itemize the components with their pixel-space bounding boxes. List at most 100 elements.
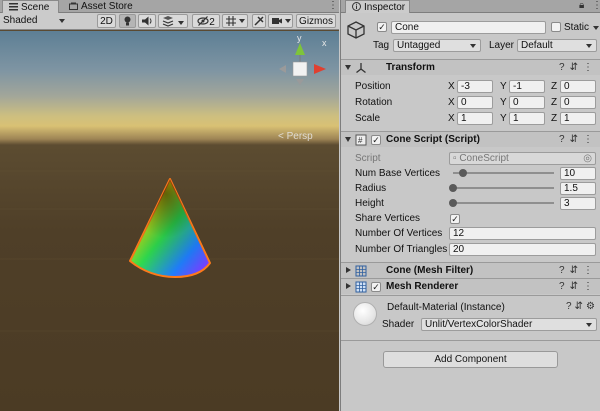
lighting-toggle-button[interactable] [119,14,136,28]
wrench-icon [254,16,264,26]
camera-icon [271,18,282,24]
num-base-vertices-label: Num Base Vertices [355,168,441,179]
chevron-down-icon [586,323,592,327]
mesh-filter-title: Cone (Mesh Filter) [386,265,474,276]
orientation-gizmo[interactable] [279,43,326,85]
num-base-vertices-slider-track[interactable] [453,172,554,174]
height-input[interactable]: 3 [560,197,596,210]
add-component-button[interactable]: Add Component [383,351,558,368]
cone-script-enabled-checkbox[interactable]: ✓ [371,135,381,145]
transform-header[interactable]: Transform ?⇵⋮ [341,59,600,75]
script-reference-value: ConeScript [459,153,509,164]
position-z-input[interactable]: 0 [560,80,596,93]
axis-x-label: X [448,97,455,108]
rotation-x-input[interactable]: 0 [457,96,493,109]
tab-asset-store[interactable]: Asset Store [63,0,138,13]
material-header-icons[interactable]: ?⇵⚙ [566,301,598,312]
radius-slider-knob[interactable] [449,184,457,192]
mesh-filter-header[interactable]: Cone (Mesh Filter) ?⇵⋮ [341,262,600,278]
num-base-vertices-slider-knob[interactable] [459,169,468,177]
cone-object[interactable] [129,178,211,278]
mesh-renderer-header[interactable]: ✓ Mesh Renderer ?⇵⋮ [341,278,600,294]
active-checkbox[interactable]: ✓ [377,22,387,32]
shader-dropdown[interactable]: Unlit/VertexColorShader [421,318,597,331]
lock-icon[interactable]: 🔒︎ [579,0,584,12]
effects-dropdown[interactable] [158,14,188,28]
tag-dropdown[interactable]: Untagged [393,39,481,52]
foldout-arrow-icon[interactable] [346,283,351,289]
transform-title: Transform [386,62,435,73]
script-icon: # [355,134,367,146]
component-header-icons[interactable]: ?⇵⋮ [559,280,598,293]
hidden-objects-toggle[interactable]: 2 [192,14,220,28]
y-axis-cone[interactable] [295,43,305,55]
gizmo-center-cube[interactable] [292,61,308,77]
position-row: Position X -3 Y -1 Z 0 [341,79,600,94]
static-chevron-down-icon[interactable] [593,26,599,30]
axis-y-label: Y [500,81,507,92]
asset-store-icon [69,2,78,10]
projection-label: Persp [286,131,313,142]
object-picker-icon[interactable]: ◎ [583,153,592,164]
static-checkbox[interactable] [551,22,561,32]
tab-inspector[interactable]: Inspector [345,0,410,13]
tag-label: Tag [373,40,390,51]
shading-mode-label: Shaded [3,15,38,26]
rotation-z-input[interactable]: 0 [560,96,596,109]
height-slider-knob[interactable] [449,199,457,207]
object-name-input[interactable]: Cone [391,21,546,34]
position-y-input[interactable]: -1 [509,80,545,93]
tab-inspector-label: Inspector [364,2,406,13]
2d-toggle-label: 2D [100,16,113,27]
scene-kebab-menu-icon[interactable]: ⋮ [328,0,338,12]
tools-button[interactable] [252,14,266,28]
eye-slash-icon [197,16,209,26]
menu-icon [9,3,18,11]
object-header: ✓ Cone Static Tag Untagged Layer Default [341,14,600,56]
scale-y-input[interactable]: 1 [509,112,545,125]
rotation-y-input[interactable]: 0 [509,96,545,109]
component-header-icons[interactable]: ?⇵⋮ [559,264,598,277]
shading-mode-dropdown[interactable]: Shaded [3,14,65,28]
layer-dropdown[interactable]: Default [517,39,597,52]
camera-dropdown[interactable] [268,14,293,28]
component-header-icons[interactable]: ?⇵⋮ [559,133,598,146]
share-vertices-row: Share Vertices ✓ [341,211,600,226]
scene-viewport[interactable]: y x < Persp [0,31,339,411]
num-base-vertices-input[interactable]: 10 [560,167,596,180]
radius-slider-track[interactable] [453,187,554,189]
scale-z-input[interactable]: 1 [560,112,596,125]
scene-canvas: y x [0,33,339,332]
position-x-input[interactable]: -3 [457,80,493,93]
foldout-arrow-icon[interactable] [345,65,351,70]
speaker-icon [142,16,152,26]
grid-dropdown[interactable] [222,14,248,28]
scene-panel: Scene Asset Store ⋮ Shaded 2D 2 Gizmos y… [0,0,339,411]
audio-toggle-button[interactable] [138,14,156,28]
mesh-renderer-enabled-checkbox[interactable]: ✓ [371,282,381,292]
divider [341,340,600,341]
script-row: Script ▫ ConeScript ◎ [341,151,600,166]
component-header-icons[interactable]: ?⇵⋮ [559,61,598,74]
projection-toggle[interactable]: < Persp [278,131,313,142]
inspector-kebab-menu-icon[interactable]: ⋮ [592,0,600,12]
axis-x-label: X [448,81,455,92]
scale-x-input[interactable]: 1 [457,112,493,125]
foldout-arrow-icon[interactable] [346,267,351,273]
chevron-down-icon [586,44,592,48]
x-axis-cone[interactable] [314,64,326,74]
radius-input[interactable]: 1.5 [560,182,596,195]
script-reference-field[interactable]: ▫ ConeScript ◎ [449,152,596,165]
num-triangles-input[interactable]: 20 [449,243,596,256]
inspector-tabbar: Inspector 🔒︎ ⋮ [341,0,600,13]
share-vertices-checkbox[interactable]: ✓ [450,214,460,224]
tab-scene[interactable]: Scene [2,0,59,13]
foldout-arrow-icon[interactable] [345,137,351,142]
gizmos-dropdown[interactable]: Gizmos [296,14,336,28]
2d-toggle-button[interactable]: 2D [97,14,116,28]
num-vertices-input[interactable]: 12 [449,227,596,240]
material-section: Default-Material (Instance) ?⇵⚙ Shader U… [341,295,600,335]
height-slider-track[interactable] [453,202,554,204]
hidden-objects-count: 2 [209,17,215,28]
cone-script-header[interactable]: # ✓ Cone Script (Script) ?⇵⋮ [341,131,600,147]
